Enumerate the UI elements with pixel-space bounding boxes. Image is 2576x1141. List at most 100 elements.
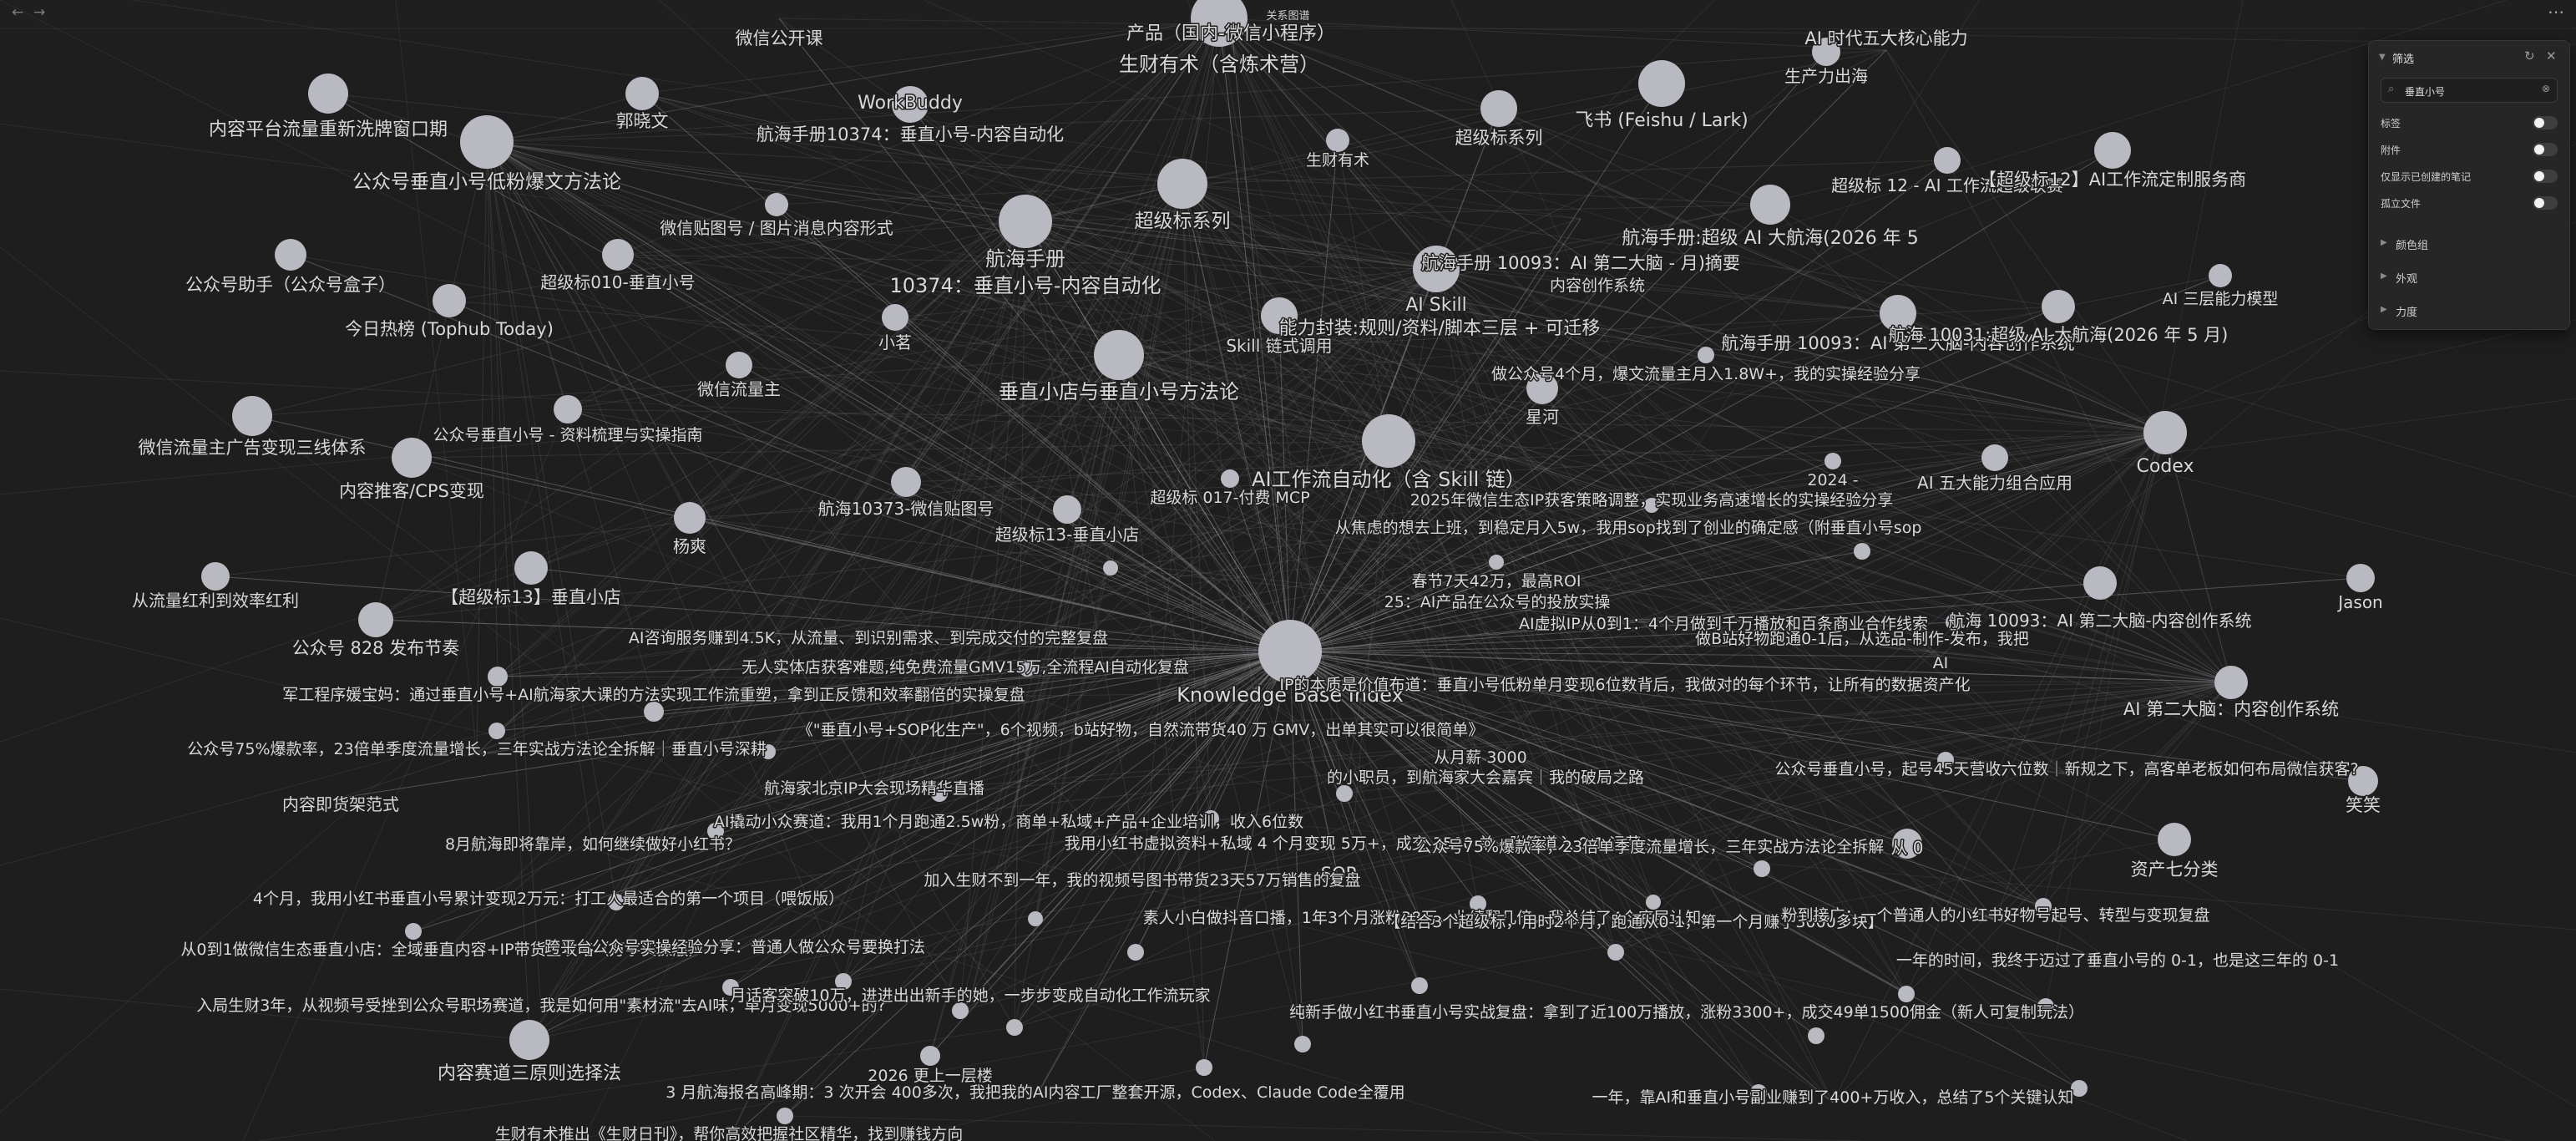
graph-node[interactable] (308, 74, 348, 114)
graph-node-label[interactable]: AI Skill (1404, 294, 1469, 317)
graph-node-label[interactable]: 一年的时间，我终于迈过了垂直小号的 0-1，也是这三年的 0-1 (1895, 951, 2340, 971)
graph-node-label[interactable]: 小茗 (878, 332, 913, 354)
graph-node-label[interactable]: 【超级标13】垂直小店 (440, 586, 623, 609)
graph-node[interactable] (2094, 132, 2131, 169)
filter-header[interactable]: ▼ 筛选 ↻ ✕ (2369, 41, 2569, 74)
graph-node-label[interactable]: 【超级标12】AI工作流定制服务商 (1977, 169, 2247, 191)
section-forces[interactable]: ▶ 力度 (2369, 297, 2569, 322)
graph-node-label[interactable]: 飞书 (Feishu / Lark) (1574, 109, 1750, 133)
graph-node-label[interactable]: 航海 10093：AI 第二大脑-内容创作系统 (1947, 610, 2253, 632)
graph-node-label[interactable]: 生财有术 (1304, 150, 1370, 171)
toggle-orphans[interactable] (2533, 196, 2558, 210)
graph-view[interactable]: Knowledge Base IndexAI工作流自动化（含 Skill 链）垂… (0, 0, 2576, 1141)
graph-node-label[interactable]: 从 0 (1890, 837, 1925, 860)
graph-node[interactable] (1258, 620, 1322, 683)
graph-node-label[interactable]: 微信公开课 (734, 28, 824, 50)
graph-node-label[interactable]: 航海10373-微信贴图号 (817, 498, 995, 520)
graph-node[interactable] (1157, 159, 1207, 209)
graph-node-label[interactable]: 星河 (1525, 406, 1561, 429)
graph-node[interactable] (2042, 290, 2075, 323)
graph-node[interactable] (999, 195, 1052, 248)
graph-node[interactable] (1898, 986, 1915, 1002)
graph-node[interactable] (201, 562, 230, 591)
graph-node-label[interactable]: 从流量红利到效率红利 (131, 590, 301, 612)
graph-node-label[interactable]: AI工作流自动化（含 Skill 链） (1251, 467, 1527, 493)
graph-node-label[interactable]: 内容赛道三原则选择法 (436, 1062, 622, 1086)
graph-node-label[interactable]: 25：AI产品在公众号的投放实操 (1383, 592, 1612, 613)
graph-node[interactable] (554, 395, 582, 423)
graph-node-label[interactable]: 产品（国内-微信小程序） (1126, 23, 1337, 46)
graph-node-label[interactable]: 公众号垂直小号低粉爆文方法论 (352, 170, 623, 195)
graph-node-label[interactable]: AI 三层能力模型 (2161, 289, 2280, 310)
graph-node[interactable] (405, 923, 422, 940)
graph-node[interactable] (765, 193, 788, 216)
graph-node-label[interactable]: WorkBuddy (857, 92, 964, 115)
graph-node-label[interactable]: 军工程序媛宝妈：通过垂直小号+AI航海家大课的方法实现工作流重塑，拿到正反馈和效… (281, 684, 1027, 706)
graph-node[interactable] (1607, 944, 1624, 961)
section-display[interactable]: ▶ 外观 (2369, 263, 2569, 288)
graph-node-label[interactable]: 10374：垂直小号-内容自动化 (888, 273, 1162, 299)
graph-node[interactable] (1411, 977, 1428, 994)
close-icon[interactable]: ✕ (2546, 48, 2557, 63)
graph-node[interactable] (644, 702, 664, 722)
graph-node-label[interactable]: 微信流量主广告变现三线体系 (137, 437, 367, 459)
graph-node-label[interactable]: 生财有术推出《生财日刊》，帮你高效把握社区精华，找到赚钱方向 (493, 1124, 964, 1141)
graph-node-label[interactable]: 纯新手做小红书垂直小号实战复盘：拿到了近100万播放，涨粉3300+，成交49单… (1288, 1002, 2085, 1023)
graph-node[interactable] (952, 1002, 969, 1019)
graph-node[interactable] (1127, 944, 1144, 961)
toggle-existing-only[interactable] (2533, 170, 2558, 183)
graph-node[interactable] (882, 304, 908, 331)
graph-node-label[interactable]: 内容平台流量重新洗牌窗口期 (207, 119, 448, 142)
graph-node-label[interactable]: Codex (2135, 455, 2195, 479)
graph-node-label[interactable]: 笑笑 (2345, 794, 2382, 817)
graph-node[interactable] (2158, 823, 2191, 856)
graph-node[interactable] (1196, 1059, 1212, 1076)
graph-node-label[interactable]: 从焦虑的想去上班，到稳定月入5w，我用sop找到了创业的确定感（附垂直小号sop (1334, 518, 1923, 539)
graph-node-label[interactable]: 今日热榜 (Tophub Today) (344, 318, 555, 341)
graph-node-label[interactable]: 公众号垂直小号，起号45天营收六位数｜新规之下，高客单老板如何布局微信获客? (1774, 759, 2360, 780)
chevron-down-icon[interactable]: ▼ (2379, 53, 2386, 62)
graph-node-label[interactable]: 航海手册 (984, 246, 1067, 272)
graph-node-label[interactable]: 加入生财不到一年，我的视频号图书带货23天57万销售的复盘 (923, 870, 1362, 891)
graph-node-label[interactable]: 生财有术（含炼术营） (1118, 52, 1321, 78)
graph-node-label[interactable]: 超级标 017-付费 MCP (1149, 488, 1311, 509)
search-input[interactable]: ⌕ 垂直小号 ⊗ (2381, 78, 2558, 103)
graph-node-label[interactable]: IP的本质是价值布道：垂直小号低粉单月变现6位数背后，我做对的每个环节，让所有的… (1278, 675, 1971, 696)
graph-node-label[interactable]: 航海手册:超级 AI 大航海(2026 年 5 (1621, 227, 1921, 251)
graph-node[interactable] (1754, 860, 1770, 877)
graph-node-label[interactable]: 2024 - (1806, 470, 1860, 491)
graph-node-label[interactable]: 杨爽 (672, 535, 708, 558)
graph-node-label[interactable]: 微信贴图号 / 图片消息内容形式 (659, 217, 894, 240)
graph-node-label[interactable]: 粉到接广：一个普通人的小红书好物号起号、转型与变现复盘 (1780, 905, 2211, 926)
graph-node[interactable] (2214, 666, 2248, 699)
graph-node-label[interactable]: 4个月，我用小红书垂直小号累计变现2万元：打工人最适合的第一个项目（喂饭版） (251, 889, 845, 910)
graph-node[interactable] (1750, 185, 1790, 225)
graph-node[interactable] (488, 723, 505, 739)
graph-node[interactable] (1221, 469, 1239, 488)
graph-node-label[interactable]: AI咨询服务赚到4.5K，从流量、到识别需求、到完成交付的完整复盘 (627, 628, 1109, 649)
graph-node-label[interactable]: 2025年微信生态IP获客策略调整，实现业务高速增长的实操经验分享 (1409, 490, 1894, 511)
graph-node[interactable] (514, 551, 548, 585)
graph-node[interactable] (920, 1046, 940, 1066)
graph-node[interactable] (2083, 566, 2117, 600)
graph-node-label[interactable]: 春节7天42万，最高ROI (1410, 571, 1582, 592)
graph-node[interactable] (1103, 560, 1118, 576)
graph-node[interactable] (891, 467, 921, 497)
graph-node-label[interactable]: 超级标13-垂直小店 (994, 524, 1141, 546)
graph-node-label[interactable]: 做B站好物跑通0-1后，从选品-制作-发布，我把 (1694, 629, 2031, 650)
graph-node[interactable] (1480, 90, 1517, 127)
graph-node[interactable] (358, 602, 393, 637)
graph-node-label[interactable]: 公众号75%爆款率，23倍单季度流量增长，三年实战方法论全拆解 (1415, 837, 1885, 858)
graph-node[interactable] (1294, 1036, 1311, 1052)
graph-node-label[interactable]: 郭晓文 (615, 110, 670, 133)
graph-node[interactable] (726, 352, 752, 378)
graph-node[interactable] (2346, 564, 2375, 592)
graph-node[interactable] (1646, 895, 1661, 910)
graph-node[interactable] (509, 1020, 549, 1060)
graph-node[interactable] (1336, 785, 1353, 802)
graph-node-label[interactable]: 公众号 828 发布节奏 (291, 637, 460, 660)
graph-node-label[interactable]: 超级标010-垂直小号 (539, 271, 696, 294)
graph-node-label[interactable]: AI撬动小众赛道：我用1个月跑通2.5w粉，商单+私域+产品+企业培训，收入6位… (712, 812, 1304, 833)
graph-node-label[interactable]: 超级标系列 (1133, 210, 1232, 234)
graph-node[interactable] (2143, 411, 2187, 454)
